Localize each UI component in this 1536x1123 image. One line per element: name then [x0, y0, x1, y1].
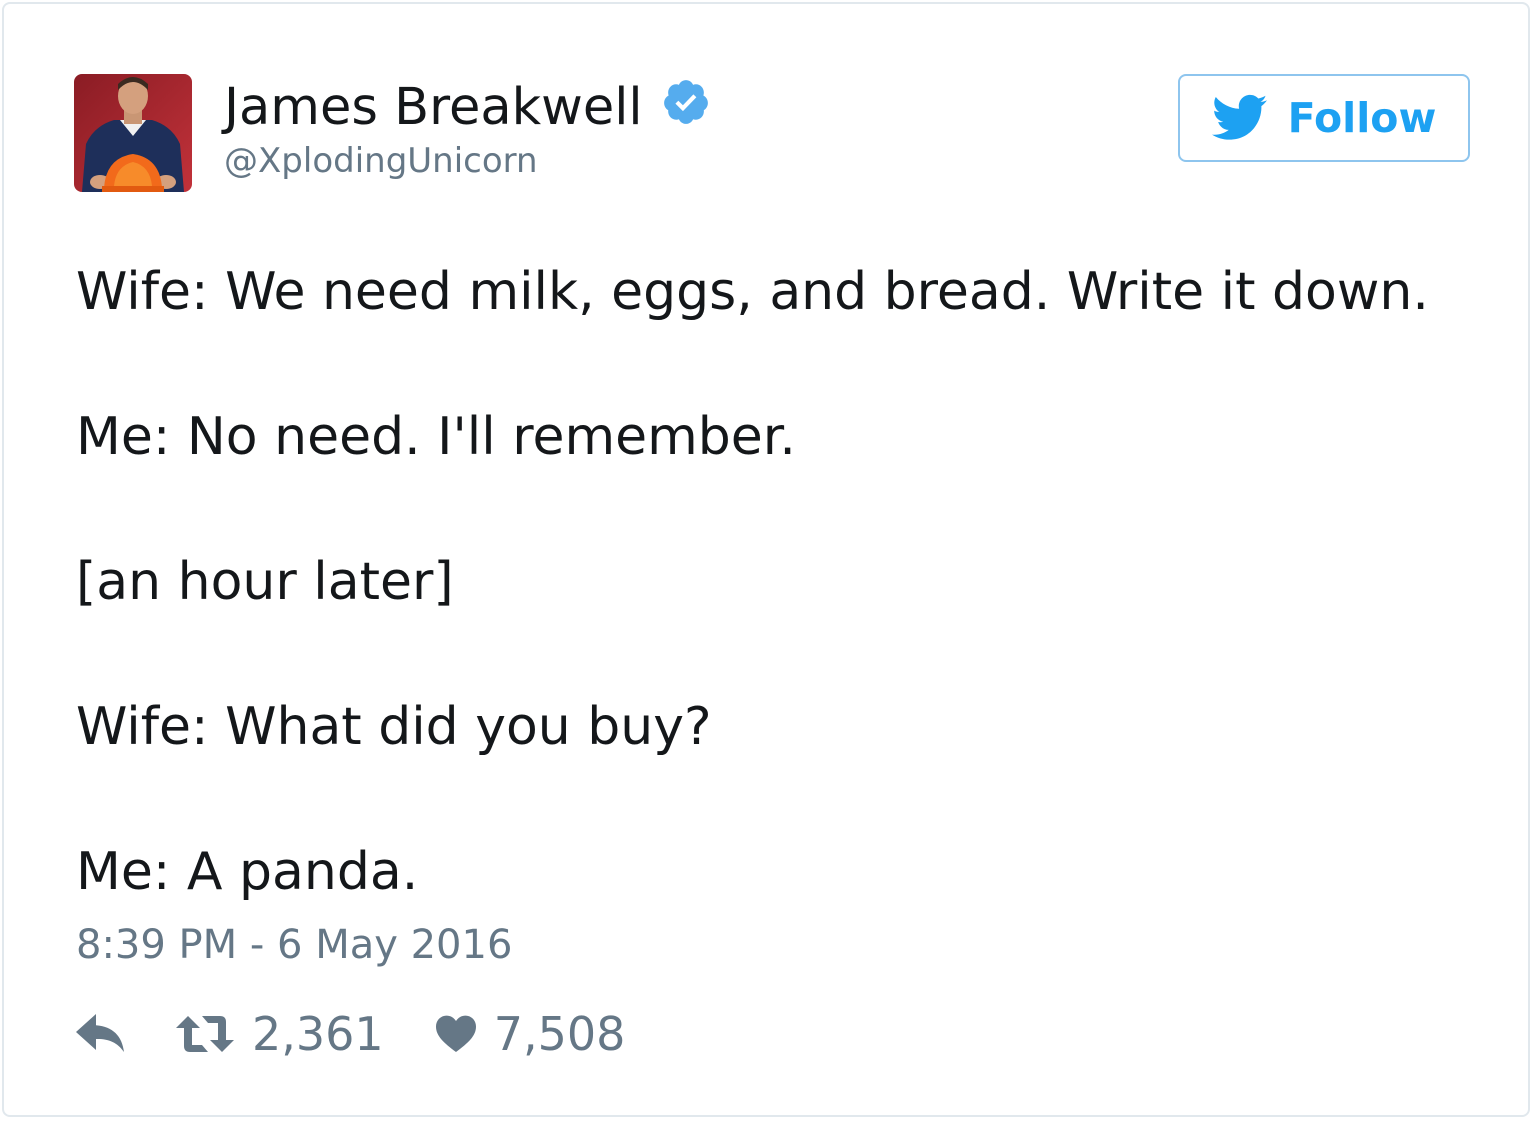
like-count: 7,508: [493, 1007, 626, 1061]
tweet-card: James Breakwell @XplodingUnicorn Follow …: [2, 2, 1530, 1117]
follow-label: Follow: [1287, 94, 1437, 142]
tweet-timestamp[interactable]: 8:39 PM - 6 May 2016: [76, 918, 512, 972]
verified-badge-icon: [661, 77, 711, 127]
avatar[interactable]: [74, 74, 192, 192]
author-name-row: James Breakwell: [224, 76, 711, 140]
retweet-button[interactable]: 2,361: [176, 1004, 384, 1064]
tweet-line: [an hour later]: [76, 552, 454, 612]
tweet-actions: 2,361 7,508: [76, 1004, 625, 1064]
tweet-line: Wife: We need milk, eggs, and bread. Wri…: [76, 262, 1429, 322]
author-handle[interactable]: @XplodingUnicorn: [224, 140, 538, 182]
retweet-count: 2,361: [252, 1007, 384, 1061]
like-button[interactable]: 7,508: [435, 1004, 626, 1064]
follow-button[interactable]: Follow: [1178, 74, 1470, 162]
twitter-bird-icon: [1211, 94, 1268, 142]
tweet-line: Wife: What did you buy?: [76, 697, 712, 757]
tweet-line: Me: A panda.: [76, 842, 419, 902]
user-avatar: [74, 74, 192, 192]
retweet-icon: [176, 1014, 234, 1054]
author-display-name[interactable]: James Breakwell: [224, 76, 643, 140]
tweet-line: Me: No need. I'll remember.: [76, 407, 796, 467]
heart-icon: [435, 1015, 476, 1053]
reply-icon: [76, 1014, 128, 1054]
tweet-text: Wife: We need milk, eggs, and bread. Wri…: [76, 256, 1496, 908]
reply-button[interactable]: [76, 1004, 128, 1064]
